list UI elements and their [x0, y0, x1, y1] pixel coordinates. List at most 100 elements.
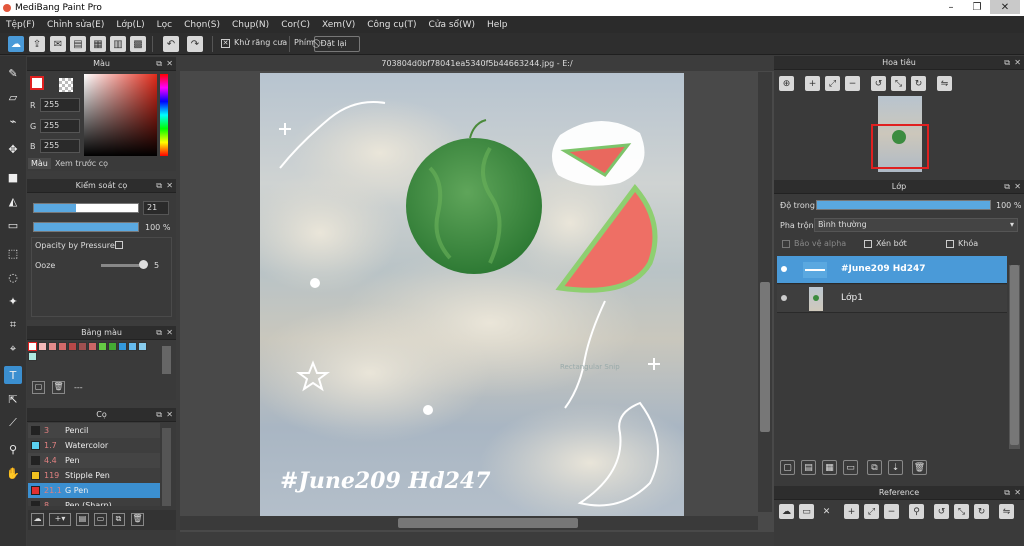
duplicate-layer-icon[interactable]: ⧉: [867, 460, 882, 475]
undo-icon[interactable]: ↶: [163, 36, 179, 52]
panel-close-icon[interactable]: ✕: [166, 326, 173, 340]
reference-zoom-out-icon[interactable]: −: [884, 504, 899, 519]
popout-icon[interactable]: ⧉: [156, 179, 162, 193]
menu-select[interactable]: Chọn(S): [178, 20, 226, 30]
reference-eyedropper-icon[interactable]: ⚲: [909, 504, 924, 519]
maximize-icon[interactable]: ❐: [964, 0, 990, 14]
select-pen-icon[interactable]: ⌗: [4, 316, 22, 334]
brush-list-item[interactable]: 4.4 Pen: [28, 453, 160, 468]
b-value[interactable]: 255: [40, 139, 80, 153]
visibility-icon[interactable]: [781, 295, 787, 301]
clip-checkbox[interactable]: [864, 239, 872, 248]
rotate-left-icon[interactable]: ↺: [871, 76, 886, 91]
brush-list-item[interactable]: 3 Pencil: [28, 423, 160, 438]
cloud-icon[interactable]: ☁: [8, 36, 24, 52]
panel-close-icon[interactable]: ✕: [1014, 486, 1021, 500]
share-icon[interactable]: ⇪: [29, 36, 45, 52]
reference-rotate-right-icon[interactable]: ↻: [974, 504, 989, 519]
reset-button[interactable]: ⃠ Đặt lại: [314, 36, 360, 52]
text-tool-icon[interactable]: T: [4, 366, 22, 384]
clip-option[interactable]: Xén bớt: [864, 239, 907, 248]
palette-swatch[interactable]: [68, 342, 77, 351]
brush-folder-icon[interactable]: ▭: [94, 513, 107, 526]
palette-swatch[interactable]: [78, 342, 87, 351]
reference-open-icon[interactable]: ▭: [799, 504, 814, 519]
reference-fit-window-icon[interactable]: ⤡: [954, 504, 969, 519]
panel-close-icon[interactable]: ✕: [1014, 180, 1021, 194]
layer-opacity-slider[interactable]: [816, 200, 991, 210]
palette-swatch[interactable]: [58, 342, 67, 351]
zoom-icon[interactable]: ⊕: [779, 76, 794, 91]
merge-layer-icon[interactable]: ⇣: [888, 460, 903, 475]
menu-edit[interactable]: Chỉnh sửa(E): [41, 20, 110, 30]
palette-swatch[interactable]: [28, 352, 37, 361]
v-scroll-thumb[interactable]: [760, 282, 770, 432]
artwork-canvas[interactable]: Rectangular Snip #June209 Hd247: [260, 73, 684, 516]
palette-scrollbar[interactable]: [162, 346, 171, 374]
menu-snap[interactable]: Cor(C): [275, 20, 316, 30]
document-tab[interactable]: 703804d0bf78041ea5340f5b44663244.jpg - E…: [180, 56, 774, 71]
brush-settings-icon[interactable]: ▤: [76, 513, 89, 526]
fill-rect-icon[interactable]: ■: [4, 168, 22, 186]
minimize-icon[interactable]: –: [938, 0, 964, 14]
r-value[interactable]: 255: [40, 98, 80, 112]
fit-window-icon[interactable]: ⤡: [891, 76, 906, 91]
brush-delete-icon[interactable]: 🗑: [131, 513, 144, 526]
brush-list-item[interactable]: 119 Stipple Pen: [28, 468, 160, 483]
palette-swatch[interactable]: [118, 342, 127, 351]
hue-slider[interactable]: [160, 74, 168, 156]
brush-copy-icon[interactable]: ⧉: [112, 513, 125, 526]
brush-list-scrollbar[interactable]: [162, 428, 171, 506]
menu-capture[interactable]: Chụp(N): [226, 20, 275, 30]
table-icon[interactable]: ▩: [130, 36, 146, 52]
reference-flip-icon[interactable]: ⇋: [999, 504, 1014, 519]
rotate-right-icon[interactable]: ↻: [911, 76, 926, 91]
brush-list-item[interactable]: 8 Pen (Sharp): [28, 498, 160, 506]
visibility-icon[interactable]: [781, 266, 787, 272]
delete-layer-icon[interactable]: 🗑: [912, 460, 927, 475]
popout-icon[interactable]: ⧉: [156, 57, 162, 71]
document-icon[interactable]: ▦: [90, 36, 106, 52]
dot-brush-icon[interactable]: ⌁: [4, 112, 22, 130]
menu-help[interactable]: Help: [481, 20, 514, 30]
tab-color[interactable]: Màu: [28, 158, 51, 169]
palette-swatch[interactable]: [138, 342, 147, 351]
protect-alpha-option[interactable]: Bảo vệ alpha: [782, 239, 846, 248]
menu-filter[interactable]: Lọc: [151, 20, 178, 30]
zoom-in-icon[interactable]: +: [805, 76, 820, 91]
panel-close-icon[interactable]: ✕: [1014, 56, 1021, 70]
new-raster-layer-icon[interactable]: ▤: [801, 460, 816, 475]
brush-icon[interactable]: ✎: [4, 64, 22, 82]
menu-layer[interactable]: Lớp(L): [110, 20, 150, 30]
navigator-viewport[interactable]: [871, 124, 929, 169]
protect-alpha-checkbox[interactable]: [782, 239, 790, 248]
layer-row[interactable]: #June209 Hd247: [777, 256, 1007, 284]
blend-mode-select[interactable]: Bình thường ▾: [814, 218, 1018, 232]
lock-option[interactable]: Khóa: [946, 239, 978, 248]
new-layer-icon[interactable]: ▢: [780, 460, 795, 475]
new-halftone-layer-icon[interactable]: ▦: [822, 460, 837, 475]
reference-rotate-left-icon[interactable]: ↺: [934, 504, 949, 519]
opacity-pressure-checkbox[interactable]: [115, 241, 123, 249]
popout-icon[interactable]: ⧉: [156, 408, 162, 422]
g-value[interactable]: 255: [40, 119, 80, 133]
panel-close-icon[interactable]: ✕: [166, 179, 173, 193]
menu-view[interactable]: Xem(V): [316, 20, 361, 30]
reference-fit-icon[interactable]: ⤢: [864, 504, 879, 519]
tab-brush-preview[interactable]: Xem trước cọ: [52, 158, 111, 169]
palette-swatch[interactable]: [128, 342, 137, 351]
lock-checkbox[interactable]: [946, 239, 954, 248]
saturation-value-picker[interactable]: [84, 74, 157, 156]
flip-icon[interactable]: ⇋: [937, 76, 952, 91]
ooze-slider-handle[interactable]: [139, 260, 148, 269]
select-eraser-icon[interactable]: ⌖: [4, 340, 22, 358]
layers-scroll-thumb[interactable]: [1010, 265, 1019, 445]
eraser-icon[interactable]: ▱: [4, 88, 22, 106]
antialias-checkbox[interactable]: ✕: [221, 39, 230, 48]
new-palette-icon[interactable]: ▢: [32, 381, 45, 394]
popout-icon[interactable]: ⧉: [156, 326, 162, 340]
background-color-swatch[interactable]: [59, 78, 73, 92]
hand-icon[interactable]: ✋: [4, 464, 22, 482]
palette-swatch[interactable]: [108, 342, 117, 351]
lasso-icon[interactable]: ◌: [4, 268, 22, 286]
